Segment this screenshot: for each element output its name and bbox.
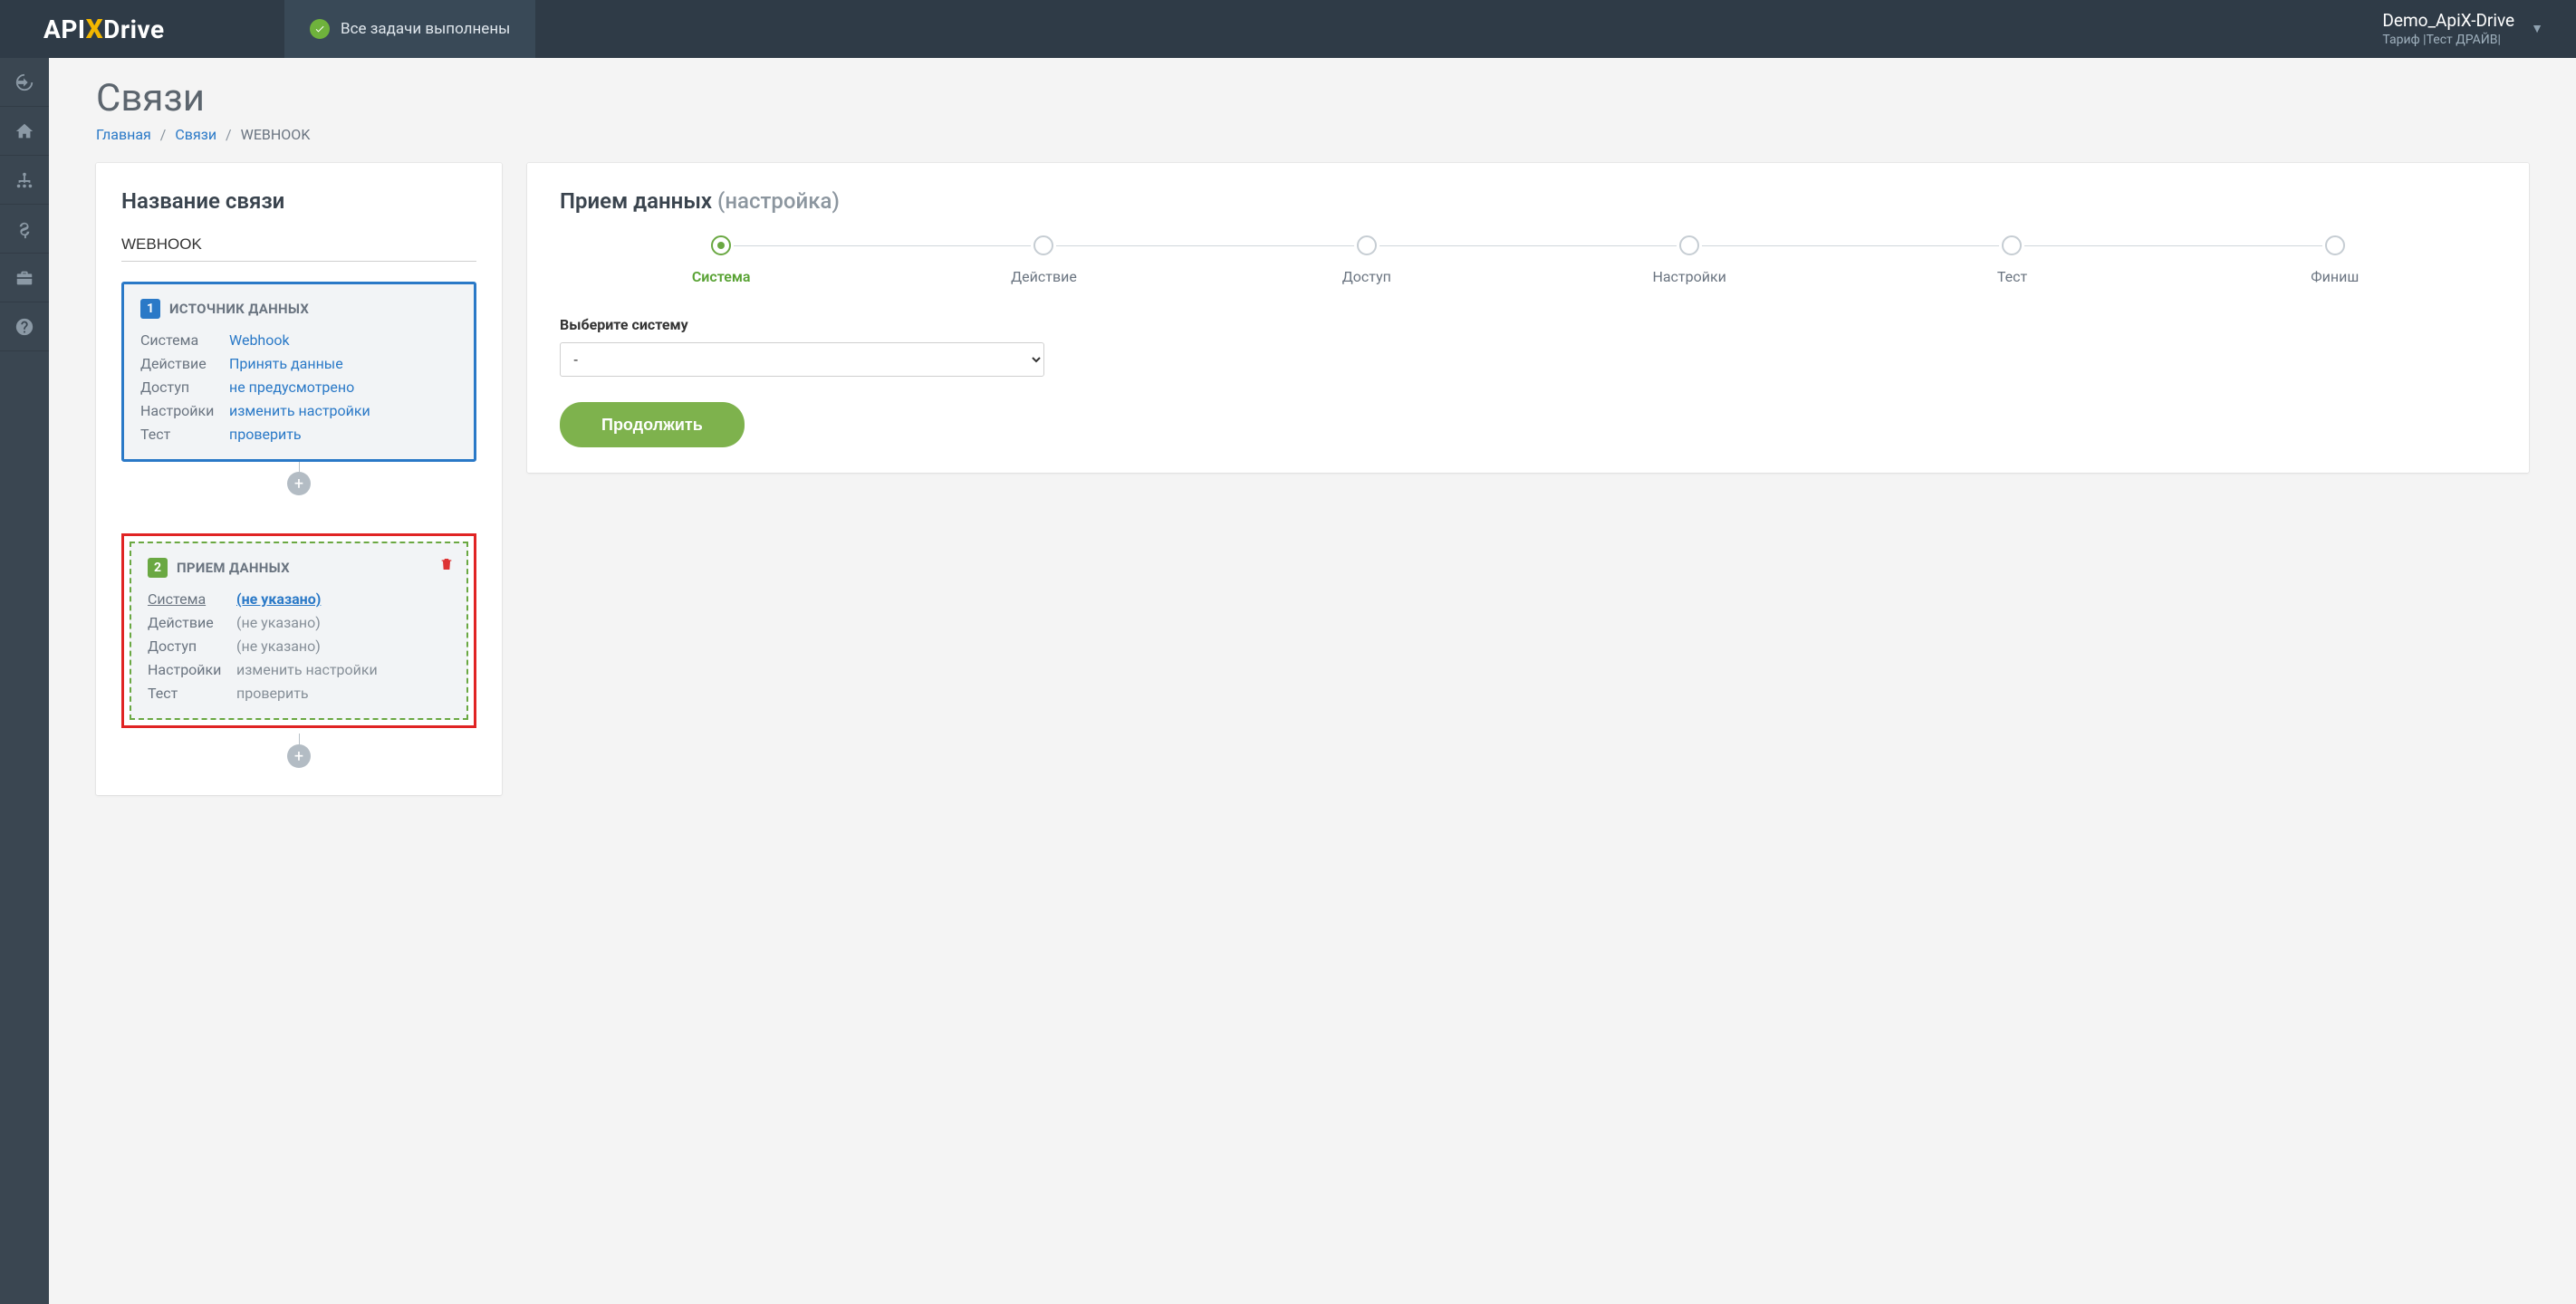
- account-name: Demo_ApiX-Drive: [2382, 10, 2514, 33]
- wizard-stepper: Система Действие Доступ Настройки Тест: [560, 235, 2496, 285]
- account-plan: Тариф |Тест ДРАЙВ|: [2382, 32, 2514, 48]
- logo-x-icon: X: [86, 14, 104, 45]
- dest-block-highlight: 2 ПРИЕМ ДАННЫХ Система (не указано) Дейс…: [121, 533, 476, 728]
- step-dot-icon: [1033, 235, 1053, 255]
- step-dot-icon: [2325, 235, 2345, 255]
- breadcrumb-home[interactable]: Главная: [96, 126, 151, 143]
- logo[interactable]: APIXDrive: [0, 14, 284, 45]
- page-title: Связи: [96, 76, 2529, 120]
- system-select-label: Выберите систему: [560, 316, 2496, 333]
- step-dot-icon: [2002, 235, 2022, 255]
- continue-button[interactable]: Продолжить: [560, 402, 745, 447]
- dst-access-k: Доступ: [148, 638, 236, 655]
- src-test-v[interactable]: проверить: [229, 426, 302, 443]
- source-block[interactable]: 1 ИСТОЧНИК ДАННЫХ Система Webhook Действ…: [121, 282, 476, 462]
- system-select[interactable]: -: [560, 342, 1044, 377]
- src-settings-v[interactable]: изменить настройки: [229, 402, 370, 419]
- connector-1: +: [121, 461, 476, 495]
- topbar: APIXDrive Все задачи выполнены Demo_ApiX…: [0, 0, 2576, 58]
- step-system[interactable]: Система: [560, 235, 882, 285]
- add-step-button[interactable]: +: [287, 472, 311, 495]
- rail-home-icon[interactable]: [0, 107, 49, 156]
- src-access-v[interactable]: не предусмотрено: [229, 379, 354, 396]
- dst-action-k: Действие: [148, 614, 236, 631]
- src-access-k: Доступ: [140, 379, 229, 396]
- account-menu[interactable]: Demo_ApiX-Drive Тариф |Тест ДРАЙВ| ▼: [2382, 10, 2576, 49]
- dest-delete-button[interactable]: [439, 556, 454, 576]
- rail-briefcase-icon[interactable]: [0, 254, 49, 302]
- dest-step-badge: 2: [148, 558, 168, 578]
- connector-2: +: [121, 734, 476, 768]
- src-settings-k: Настройки: [140, 402, 229, 419]
- chevron-down-icon: ▼: [2531, 21, 2543, 37]
- rail-login-icon[interactable]: [0, 58, 49, 107]
- step-dot-icon: [1679, 235, 1699, 255]
- connection-sidebar-card: Название связи 1 ИСТОЧНИК ДАННЫХ Система…: [96, 163, 502, 795]
- connection-name-input[interactable]: [121, 230, 476, 262]
- rail-billing-icon[interactable]: [0, 205, 49, 254]
- tasks-status-chip[interactable]: Все задачи выполнены: [284, 0, 535, 58]
- main-content: Связи Главная / Связи / WEBHOOK Название…: [49, 58, 2576, 820]
- config-title-main: Прием данных: [560, 188, 717, 214]
- check-circle-icon: [310, 19, 330, 39]
- step-settings[interactable]: Настройки: [1528, 235, 1850, 285]
- step-access[interactable]: Доступ: [1206, 235, 1528, 285]
- breadcrumb: Главная / Связи / WEBHOOK: [96, 126, 2529, 143]
- src-system-v[interactable]: Webhook: [229, 331, 290, 349]
- dst-access-v: (не указано): [236, 638, 450, 655]
- step-test[interactable]: Тест: [1850, 235, 2173, 285]
- dest-block-title: ПРИЕМ ДАННЫХ: [177, 560, 290, 576]
- logo-post: Drive: [103, 14, 164, 44]
- step-dot-icon: [711, 235, 731, 255]
- dst-settings-v: изменить настройки: [236, 661, 450, 678]
- step-dot-icon: [1357, 235, 1377, 255]
- add-step-button-2[interactable]: +: [287, 744, 311, 768]
- dst-system-v[interactable]: (не указано): [236, 590, 321, 608]
- src-action-k: Действие: [140, 355, 229, 372]
- dst-system-k: Система: [148, 590, 236, 608]
- dst-test-k: Тест: [148, 685, 236, 702]
- connection-name-heading: Название связи: [121, 188, 476, 214]
- src-action-v[interactable]: Принять данные: [229, 355, 343, 372]
- dst-settings-k: Настройки: [148, 661, 236, 678]
- source-block-title: ИСТОЧНИК ДАННЫХ: [169, 301, 309, 317]
- src-test-k: Тест: [140, 426, 229, 443]
- step-finish[interactable]: Финиш: [2174, 235, 2496, 285]
- src-system-k: Система: [140, 331, 229, 349]
- status-text: Все задачи выполнены: [341, 20, 510, 38]
- rail-connections-icon[interactable]: [0, 156, 49, 205]
- config-panel-card: Прием данных (настройка) Система Действи…: [527, 163, 2529, 473]
- config-title-sub: (настройка): [717, 188, 840, 214]
- dst-test-v: проверить: [236, 685, 450, 702]
- rail-help-icon[interactable]: [0, 302, 49, 351]
- step-action[interactable]: Действие: [882, 235, 1205, 285]
- breadcrumb-links[interactable]: Связи: [175, 126, 216, 143]
- logo-pre: API: [43, 14, 86, 44]
- dest-block[interactable]: 2 ПРИЕМ ДАННЫХ Система (не указано) Дейс…: [130, 542, 468, 720]
- side-rail: [0, 58, 49, 1304]
- breadcrumb-current: WEBHOOK: [241, 126, 311, 143]
- dst-action-v: (не указано): [236, 614, 450, 631]
- source-step-badge: 1: [140, 299, 160, 319]
- config-panel-title: Прием данных (настройка): [560, 188, 2496, 214]
